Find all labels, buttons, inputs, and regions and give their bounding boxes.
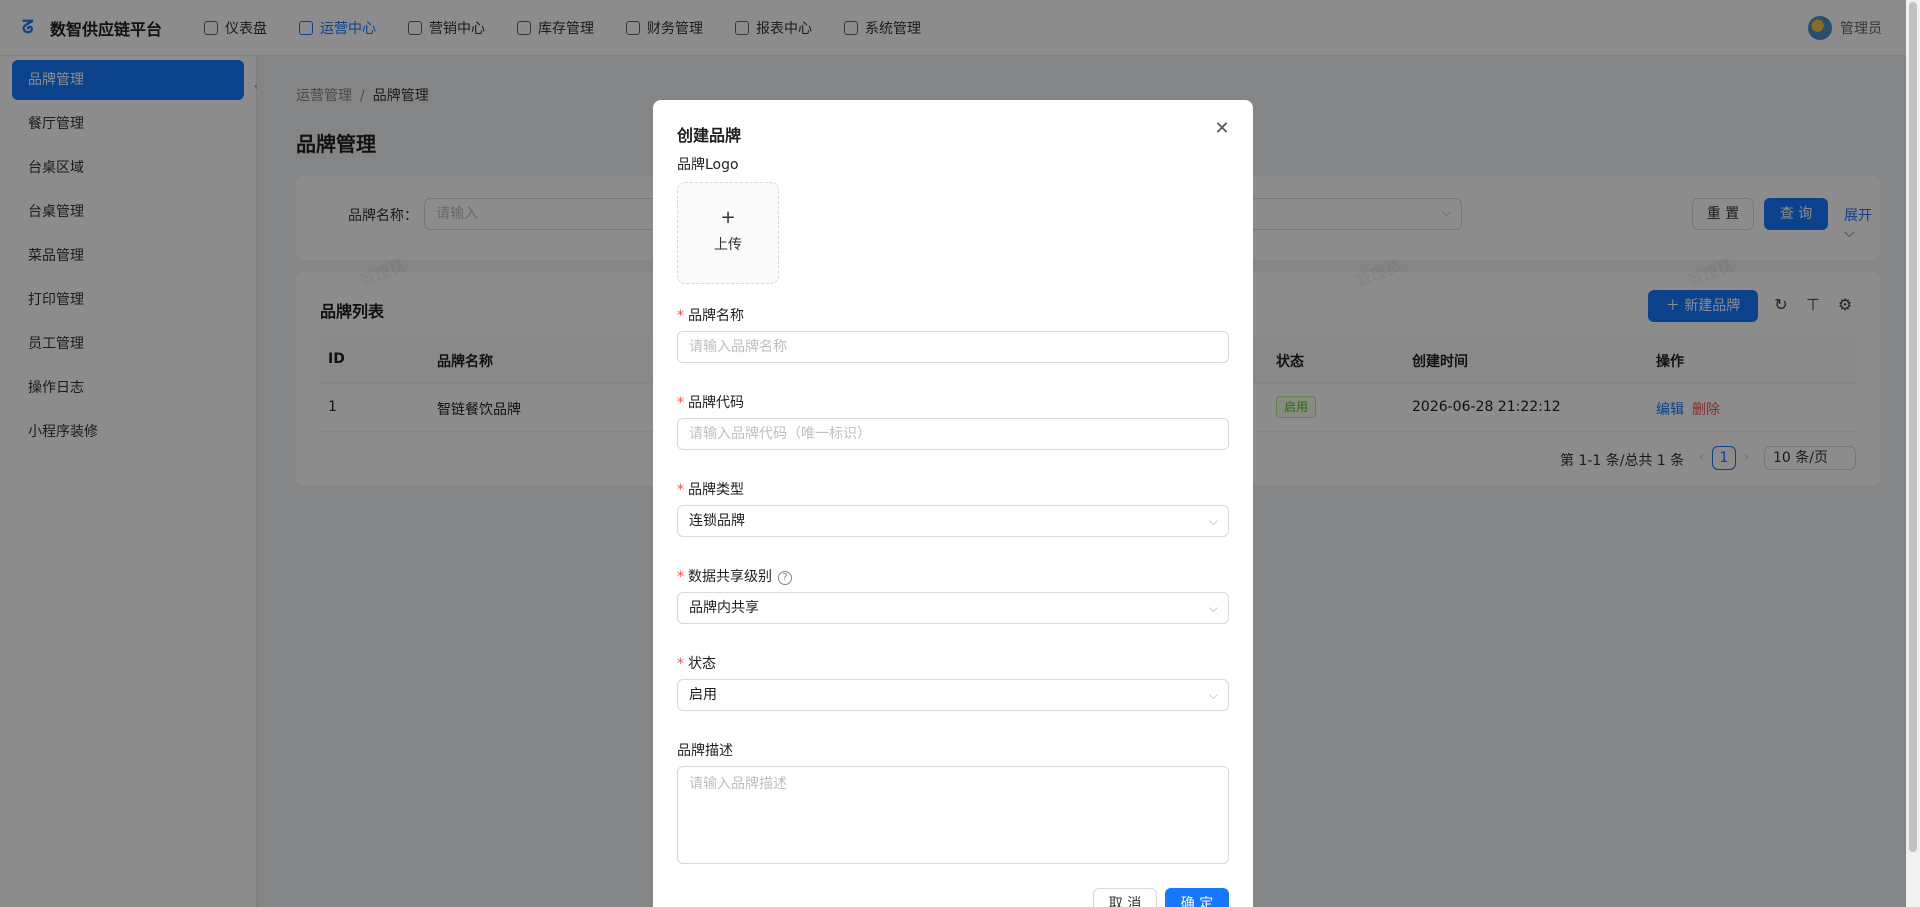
create-brand-modal: 创建品牌 ✕ 品牌Logo + 上传 * 品牌名称 请输入品牌名称 * 品牌代码 请…	[653, 100, 1253, 907]
brand-code-label: * 品牌代码	[677, 392, 744, 412]
chevron-down-icon: ⌵	[1208, 601, 1218, 615]
required-mark: *	[677, 308, 684, 324]
brand-code-label-text: 品牌代码	[688, 395, 744, 411]
share-level-label: * 数据共享级别?	[677, 566, 792, 586]
scrollbar-thumb[interactable]	[1909, 2, 1917, 852]
brand-type-value: 连锁品牌	[689, 513, 745, 529]
plus-icon: +	[720, 207, 736, 228]
chevron-down-icon: ⌵	[1208, 514, 1218, 528]
brand-name-label-text: 品牌名称	[688, 308, 744, 324]
brand-name-label: * 品牌名称	[677, 305, 744, 325]
close-icon[interactable]: ✕	[1211, 118, 1233, 140]
brand-type-label: * 品牌类型	[677, 479, 744, 499]
brand-code-placeholder: 请输入品牌代码（唯一标识）	[689, 426, 871, 442]
brand-type-label-text: 品牌类型	[688, 482, 744, 498]
logo-upload[interactable]: + 上传	[677, 182, 779, 284]
required-mark: *	[677, 482, 684, 498]
confirm-button[interactable]: 确 定	[1165, 888, 1229, 907]
status-value: 启用	[689, 687, 717, 703]
status-label: * 状态	[677, 653, 716, 673]
brand-name-placeholder: 请输入品牌名称	[689, 339, 787, 355]
modal-title: 创建品牌	[677, 126, 742, 145]
brand-code-input[interactable]: 请输入品牌代码（唯一标识）	[677, 418, 1229, 450]
description-placeholder: 请输入品牌描述	[689, 776, 787, 792]
upload-label: 上传	[714, 237, 742, 253]
chevron-down-icon: ⌵	[1208, 688, 1218, 702]
description-label: 品牌描述	[677, 743, 733, 759]
question-circle-icon[interactable]: ?	[778, 571, 792, 585]
page-scrollbar[interactable]	[1906, 0, 1920, 907]
description-textarea[interactable]: 请输入品牌描述	[677, 766, 1229, 864]
share-level-label-text: 数据共享级别	[688, 569, 772, 585]
required-mark: *	[677, 656, 684, 672]
status-select[interactable]: 启用 ⌵	[677, 679, 1229, 711]
brand-type-select[interactable]: 连锁品牌 ⌵	[677, 505, 1229, 537]
brand-name-input[interactable]: 请输入品牌名称	[677, 331, 1229, 363]
share-level-value: 品牌内共享	[689, 600, 759, 616]
required-mark: *	[677, 569, 684, 585]
status-label-text: 状态	[688, 656, 716, 672]
share-level-select[interactable]: 品牌内共享 ⌵	[677, 592, 1229, 624]
cancel-button[interactable]: 取 消	[1093, 888, 1157, 907]
logo-label: 品牌Logo	[677, 157, 739, 173]
required-mark: *	[677, 395, 684, 411]
